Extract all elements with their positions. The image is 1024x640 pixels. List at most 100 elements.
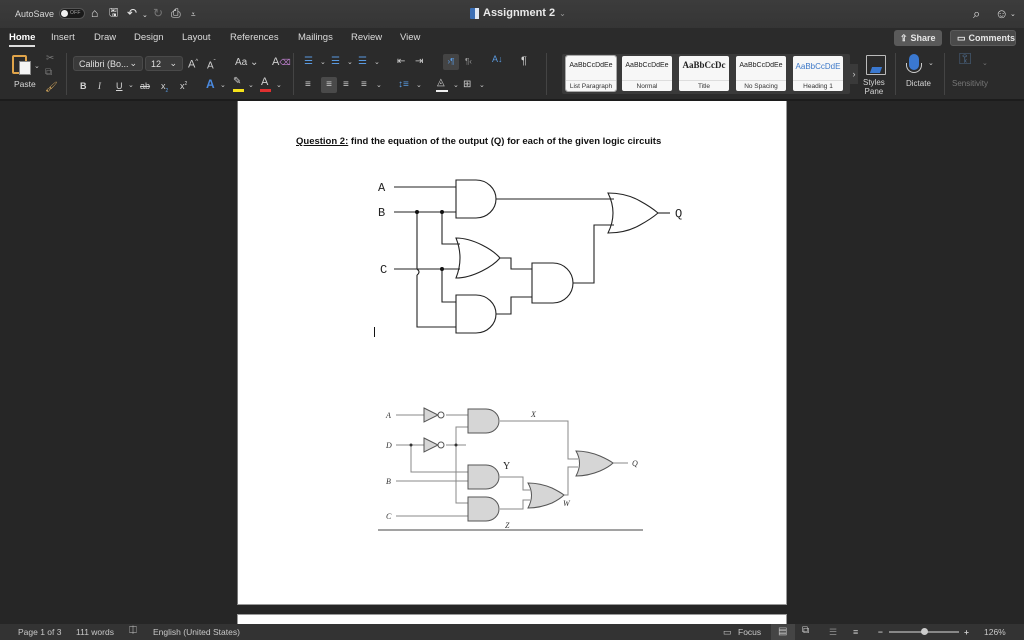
- outline-view-icon[interactable]: ☰: [829, 627, 837, 637]
- tab-view[interactable]: View: [400, 32, 420, 43]
- chevron-down-icon[interactable]: ⌄: [928, 58, 934, 70]
- borders-icon[interactable]: ⊞: [463, 79, 471, 91]
- and-gate-3: [531, 262, 574, 304]
- and-gate-1: [455, 179, 497, 219]
- font-name-select[interactable]: Calibri (Bo... ⌄: [73, 56, 143, 71]
- change-case-button[interactable]: Aa ⌄: [235, 57, 258, 69]
- tab-mailings[interactable]: Mailings: [298, 32, 333, 43]
- align-center-button[interactable]: ≡: [321, 77, 337, 93]
- draft-view-icon[interactable]: ≡: [853, 627, 858, 637]
- chevron-down-icon[interactable]: ⌄: [374, 57, 380, 69]
- paste-button[interactable]: Paste: [14, 79, 36, 89]
- undo-dropdown-icon[interactable]: ⌄: [142, 9, 148, 23]
- font-size-select[interactable]: 12 ⌄: [145, 56, 183, 71]
- share-button[interactable]: ⇪ Share: [894, 30, 942, 46]
- format-painter-icon[interactable]: 🖌: [45, 82, 58, 94]
- style-no-spacing[interactable]: AaBbCcDdEe No Spacing: [736, 56, 786, 91]
- rtl-icon[interactable]: ¶‹: [465, 56, 472, 68]
- line-spacing-icon[interactable]: ↕≡: [398, 79, 409, 91]
- align-left-icon[interactable]: ≡: [305, 79, 311, 91]
- increase-indent-icon[interactable]: ⇥: [415, 56, 423, 68]
- undo-icon[interactable]: ↶: [127, 6, 137, 20]
- cut-icon[interactable]: ✂: [46, 53, 54, 65]
- proofing-icon[interactable]: ⎅: [129, 626, 137, 636]
- bold-button[interactable]: B: [80, 80, 87, 92]
- autosave-control[interactable]: AutoSave OFF: [15, 8, 86, 19]
- multilevel-list-icon[interactable]: ☰: [358, 56, 367, 68]
- bullets-icon[interactable]: ☰: [304, 56, 313, 68]
- decrease-indent-icon[interactable]: ⇤: [397, 56, 405, 68]
- tab-insert[interactable]: Insert: [51, 32, 75, 43]
- document-page[interactable]: Question 2: find the equation of the out…: [237, 101, 787, 605]
- page-count[interactable]: Page 1 of 3: [18, 627, 61, 637]
- web-layout-icon[interactable]: ⧉: [802, 626, 809, 636]
- save-icon[interactable]: 🖫: [109, 6, 118, 20]
- print-icon[interactable]: ⎙: [171, 6, 181, 20]
- style-heading-1[interactable]: AaBbCcDdE Heading 1: [793, 56, 843, 91]
- style-normal[interactable]: AaBbCcDdEe Normal: [622, 56, 672, 91]
- grow-font-icon[interactable]: A^: [188, 56, 198, 71]
- and-gate-y: [467, 464, 500, 490]
- chevron-down-icon[interactable]: ⌄: [320, 57, 326, 69]
- document-page-2[interactable]: [237, 614, 787, 624]
- style-list-paragraph[interactable]: AaBbCcDdEe List Paragraph: [565, 55, 617, 92]
- shading-icon[interactable]: ◬: [437, 77, 445, 89]
- tab-design[interactable]: Design: [134, 32, 164, 43]
- document-canvas[interactable]: Question 2: find the equation of the out…: [0, 101, 1024, 624]
- or-gate-q: [575, 450, 614, 477]
- focus-button[interactable]: Focus: [738, 627, 761, 637]
- tab-layout[interactable]: Layout: [182, 32, 211, 43]
- superscript-button[interactable]: x2: [180, 78, 187, 92]
- text-effects-icon[interactable]: A: [206, 78, 215, 90]
- numbering-icon[interactable]: ☰: [331, 56, 340, 68]
- word-count[interactable]: 111 words: [76, 627, 114, 637]
- tab-review[interactable]: Review: [351, 32, 382, 43]
- zoom-out-button[interactable]: −: [878, 627, 883, 637]
- highlight-icon[interactable]: ✎: [233, 76, 241, 88]
- justify-icon[interactable]: ≡: [361, 79, 367, 91]
- comments-button[interactable]: ▭ Comments: [950, 30, 1016, 46]
- print-layout-view-button[interactable]: ▤: [771, 624, 795, 640]
- underline-dropdown-icon[interactable]: ⌄: [128, 80, 134, 92]
- document-title[interactable]: Assignment 2 ⌄: [470, 7, 566, 19]
- chevron-down-icon[interactable]: ⌄: [248, 80, 254, 92]
- zoom-slider-thumb[interactable]: [920, 628, 928, 635]
- chevron-down-icon[interactable]: ⌄: [1010, 10, 1016, 18]
- italic-button[interactable]: I: [98, 80, 101, 92]
- clear-formatting-icon[interactable]: A⌫: [272, 56, 291, 69]
- chevron-down-icon[interactable]: ⌄: [416, 80, 422, 92]
- paste-dropdown-icon[interactable]: ⌄: [34, 61, 40, 73]
- sort-icon[interactable]: A↓: [492, 53, 503, 65]
- chevron-down-icon[interactable]: ⌄: [479, 80, 485, 92]
- underline-button[interactable]: U: [116, 80, 123, 92]
- tab-home[interactable]: Home: [9, 32, 36, 47]
- tab-references[interactable]: References: [230, 32, 279, 43]
- chevron-down-icon[interactable]: ⌄: [376, 80, 382, 92]
- align-right-icon[interactable]: ≡: [343, 79, 349, 91]
- styles-gallery-next[interactable]: ›: [850, 64, 858, 84]
- zoom-in-button[interactable]: +: [964, 627, 969, 637]
- shrink-font-icon[interactable]: Aˇ: [207, 57, 216, 72]
- style-title[interactable]: AaBbCcDc Title: [679, 56, 729, 91]
- ltr-button[interactable]: ›¶: [443, 54, 459, 70]
- language-status[interactable]: English (United States): [153, 627, 240, 637]
- focus-icon[interactable]: ▭: [723, 627, 732, 637]
- subscript-button[interactable]: x2: [161, 80, 168, 97]
- zoom-level[interactable]: 126%: [984, 627, 1006, 637]
- chevron-down-icon[interactable]: ⌄: [453, 80, 459, 92]
- account-icon[interactable]: ☺: [995, 6, 1008, 21]
- customize-toolbar-icon[interactable]: ⩡: [191, 8, 196, 22]
- tab-draw[interactable]: Draw: [94, 32, 116, 43]
- autosave-toggle[interactable]: OFF: [59, 8, 86, 19]
- search-icon[interactable]: ⌕: [973, 6, 980, 22]
- redo-icon[interactable]: ↻: [153, 6, 163, 20]
- chevron-down-icon[interactable]: ⌄: [220, 80, 226, 92]
- copy-icon[interactable]: ⧉: [45, 67, 52, 79]
- not-gate-a: [423, 407, 440, 423]
- show-formatting-marks-icon[interactable]: ¶: [521, 55, 527, 67]
- chevron-down-icon[interactable]: ⌄: [347, 57, 353, 69]
- strikethrough-button[interactable]: ab: [140, 80, 150, 92]
- chevron-down-icon[interactable]: ⌄: [276, 80, 282, 92]
- home-icon[interactable]: ⌂: [91, 6, 98, 20]
- font-color-icon[interactable]: A: [261, 76, 268, 88]
